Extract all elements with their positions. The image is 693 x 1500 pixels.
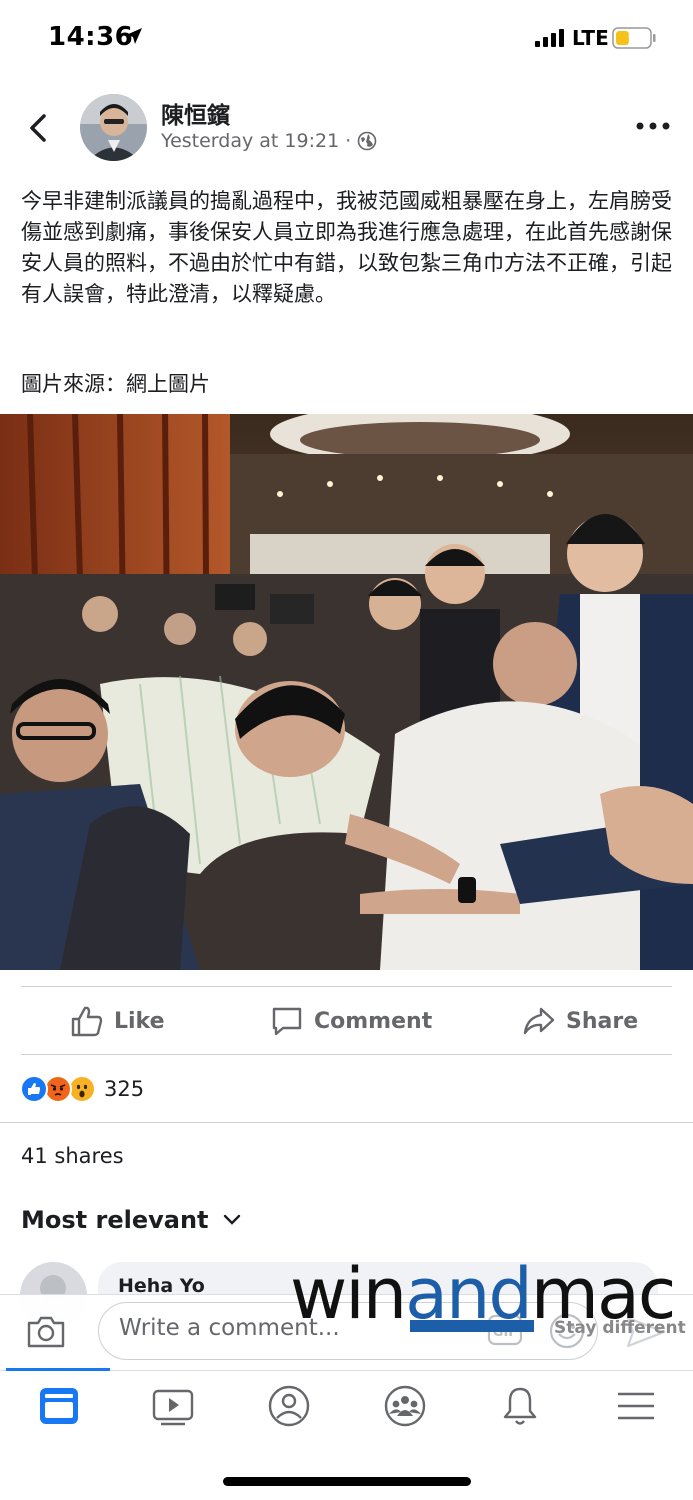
sort-label: Most relevant <box>21 1206 209 1234</box>
post-text: 今早非建制派議員的搗亂過程中，我被范國威粗暴壓在身上，左肩膀受傷並感到劇痛，事後… <box>21 189 672 306</box>
reaction-count: 325 <box>104 1077 145 1101</box>
wow-reaction-icon <box>68 1075 96 1103</box>
like-button[interactable]: Like <box>70 998 165 1044</box>
shares-count[interactable]: 41 shares <box>21 1144 124 1168</box>
groups-icon[interactable] <box>383 1384 427 1428</box>
location-arrow-icon <box>126 28 142 44</box>
network-type: LTE <box>572 26 609 50</box>
angry-reaction-icon <box>44 1075 72 1103</box>
more-options-icon[interactable] <box>634 116 672 136</box>
comment-label: Comment <box>314 1008 433 1034</box>
post-photo[interactable] <box>0 414 693 970</box>
comment-icon <box>272 1007 302 1036</box>
video-icon[interactable] <box>151 1384 195 1428</box>
menu-icon[interactable] <box>614 1384 658 1428</box>
thumbs-up-icon <box>71 1006 103 1037</box>
status-bar: 14:36 LTE <box>0 0 693 76</box>
image-source: 圖片來源：網上圖片 <box>21 372 210 396</box>
author-avatar[interactable] <box>80 94 147 161</box>
notifications-icon[interactable] <box>498 1384 542 1428</box>
profile-icon[interactable] <box>267 1384 311 1428</box>
post-meta: Yesterday at 19:21 · <box>161 130 377 152</box>
back-button[interactable] <box>24 110 56 146</box>
author-name[interactable]: 陳恒鑌 <box>161 96 230 130</box>
globe-icon <box>357 131 377 151</box>
divider-bottom <box>21 1054 672 1055</box>
section-divider <box>0 1122 693 1123</box>
reaction-summary[interactable]: 325 <box>20 1074 144 1104</box>
meta-separator: · <box>345 130 352 152</box>
share-label: Share <box>566 1008 639 1034</box>
post-timestamp[interactable]: Yesterday at 19:21 <box>161 130 339 152</box>
home-indicator <box>223 1477 471 1486</box>
chevron-down-icon <box>223 1214 240 1225</box>
signal-icon <box>535 29 564 47</box>
share-icon <box>523 1007 555 1035</box>
bottom-nav <box>0 1370 693 1450</box>
watermark-win: win <box>290 1253 407 1335</box>
status-time: 14:36 <box>48 22 134 52</box>
camera-icon[interactable] <box>25 1312 67 1352</box>
like-reaction-icon <box>20 1075 48 1103</box>
active-tab-indicator <box>6 1368 110 1371</box>
divider-top <box>21 986 672 987</box>
watermark-underline <box>410 1320 534 1332</box>
watermark-tagline: Stay different <box>554 1318 686 1338</box>
comment-button[interactable]: Comment <box>270 998 432 1044</box>
home-icon[interactable] <box>37 1384 81 1428</box>
comment-sort-dropdown[interactable]: Most relevant <box>21 1206 241 1234</box>
battery-icon <box>612 27 656 49</box>
share-button[interactable]: Share <box>522 998 638 1044</box>
like-label: Like <box>114 1008 165 1034</box>
